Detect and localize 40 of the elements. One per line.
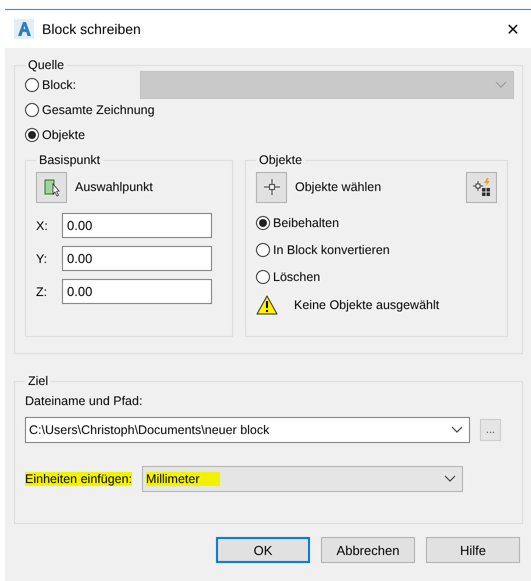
coordinate-label: Y: (36, 252, 48, 266)
radio-button[interactable]: Block: (25, 78, 76, 92)
coordinate-field[interactable]: 0.00 (62, 246, 212, 271)
pick-point-button[interactable] (36, 172, 67, 202)
select-objects-button[interactable] (256, 172, 287, 202)
close-button[interactable]: ✕ (495, 18, 531, 40)
coordinate-field[interactable]: 0.00 (62, 279, 212, 304)
units-dropdown[interactable]: Millimeter (142, 466, 464, 492)
path-dropdown[interactable]: C:\Users\Christoph\Documents\neuer block (25, 417, 470, 443)
app-logo-icon (14, 19, 34, 39)
path-label: Dateiname und Pfad: (25, 394, 144, 408)
group-title: Basispunkt (38, 153, 102, 167)
units-label: Einheiten einfügen: (25, 472, 132, 486)
quick-select-button[interactable] (466, 172, 497, 202)
crosshair-icon (262, 177, 282, 197)
group-title: Ziel (27, 374, 50, 388)
warning-icon (256, 295, 278, 315)
radio-button[interactable]: Beibehalten (256, 209, 497, 236)
warning-message: Keine Objekte ausgewählt (294, 298, 440, 312)
group-title: Quelle (27, 58, 66, 72)
chevron-down-icon (444, 475, 456, 483)
help-button[interactable]: Hilfe (426, 537, 520, 563)
radio-button[interactable]: Objekte (25, 128, 86, 142)
coordinate-label: Z: (36, 284, 48, 298)
chevron-down-icon (451, 426, 463, 434)
quick-select-icon (472, 177, 492, 197)
chevron-down-icon (495, 80, 507, 88)
select-objects-label: Objekte wählen (295, 180, 382, 194)
coordinate-label: X: (36, 218, 49, 232)
pick-point-label: Auswahlpunkt (75, 180, 153, 194)
cancel-button[interactable]: Abbrechen (321, 537, 415, 563)
radio-button[interactable]: Löschen (256, 263, 497, 290)
radio-button[interactable]: In Block konvertieren (256, 236, 497, 263)
window-title: Block schreiben (42, 21, 142, 37)
browse-button[interactable]: ... (480, 419, 501, 441)
coordinate-field[interactable]: 0.00 (62, 213, 212, 238)
cursor-icon (42, 177, 62, 197)
ok-button[interactable]: OK (216, 537, 310, 563)
group-title: Objekte (258, 153, 304, 167)
radio-button[interactable]: Gesamte Zeichnung (25, 102, 155, 116)
